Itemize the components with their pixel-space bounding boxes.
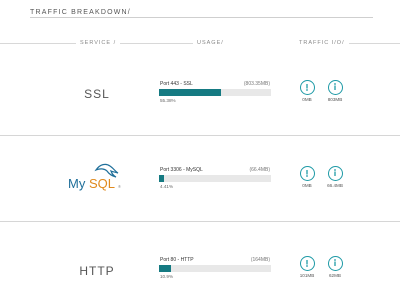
usage-size: (66.4MB) — [249, 167, 270, 173]
traffic-in: 101MB — [297, 256, 317, 278]
service-row-mysql: My SQL ® Port 3306 - MySQL (66.4MB) 4.41… — [0, 136, 400, 222]
traffic-in-amount: 101MB — [299, 273, 315, 278]
page-title: TRAFFIC BREAKDOWN/ — [30, 9, 131, 16]
usage-size: (803.35MB) — [243, 81, 270, 87]
usage-bar-fill — [159, 175, 164, 182]
port-label: Port 80 - HTTP — [160, 257, 194, 263]
traffic-out-icon — [327, 80, 343, 95]
service-logo: My SQL ® — [60, 160, 134, 199]
service-row-ssl: SSL Port 443 - SSL (803.35MB) 55.38% 0MB… — [0, 50, 400, 136]
usage-bar-track — [159, 175, 271, 182]
column-header-service: SERVICE / — [76, 40, 121, 46]
traffic-in-icon — [299, 256, 315, 271]
usage-bar-track — [159, 89, 271, 96]
usage-bar-fill — [159, 265, 172, 272]
service-label: HTTP — [79, 264, 115, 278]
traffic-out-amount: 66.4MB — [327, 183, 343, 188]
traffic-out-icon — [327, 166, 343, 181]
usage-size: (164MB) — [250, 257, 270, 263]
traffic-in-icon — [299, 80, 315, 95]
svg-text:®: ® — [118, 184, 121, 189]
title-divider — [30, 17, 373, 18]
usage-percent: 10.9% — [160, 274, 174, 279]
usage-bar-track — [159, 265, 271, 272]
traffic-out-icon — [327, 256, 343, 271]
traffic-in: 0MB — [297, 166, 317, 188]
traffic-out-amount: 62MB — [328, 273, 341, 278]
port-label: Port 3306 - MySQL — [160, 167, 203, 173]
service-name: HTTP — [60, 262, 134, 280]
column-header-traffic: TRAFFIC I/O/ — [295, 40, 349, 46]
traffic-in-icon — [299, 166, 315, 181]
usage-bar-fill — [159, 89, 222, 96]
traffic-out-amount: 803MB — [327, 97, 343, 102]
svg-text:SQL: SQL — [89, 176, 115, 191]
column-header-usage: USAGE/ — [193, 40, 303, 46]
traffic-in-amount: 0MB — [302, 97, 312, 102]
service-label: SSL — [84, 87, 110, 101]
service-row-http: HTTP Port 80 - HTTP (164MB) 10.9% 101MB … — [0, 222, 400, 300]
traffic-out: 66.4MB — [325, 166, 345, 188]
mysql-logo-icon: My SQL ® — [68, 163, 121, 191]
traffic-in-amount: 0MB — [302, 183, 312, 188]
traffic-out: 62MB — [325, 256, 345, 278]
service-name: SSL — [60, 85, 134, 103]
traffic-in: 0MB — [297, 80, 317, 102]
usage-percent: 4.41% — [160, 184, 174, 189]
usage-percent: 55.38% — [160, 98, 176, 103]
port-label: Port 443 - SSL — [160, 81, 193, 87]
svg-text:My: My — [68, 176, 86, 191]
traffic-out: 803MB — [325, 80, 345, 102]
